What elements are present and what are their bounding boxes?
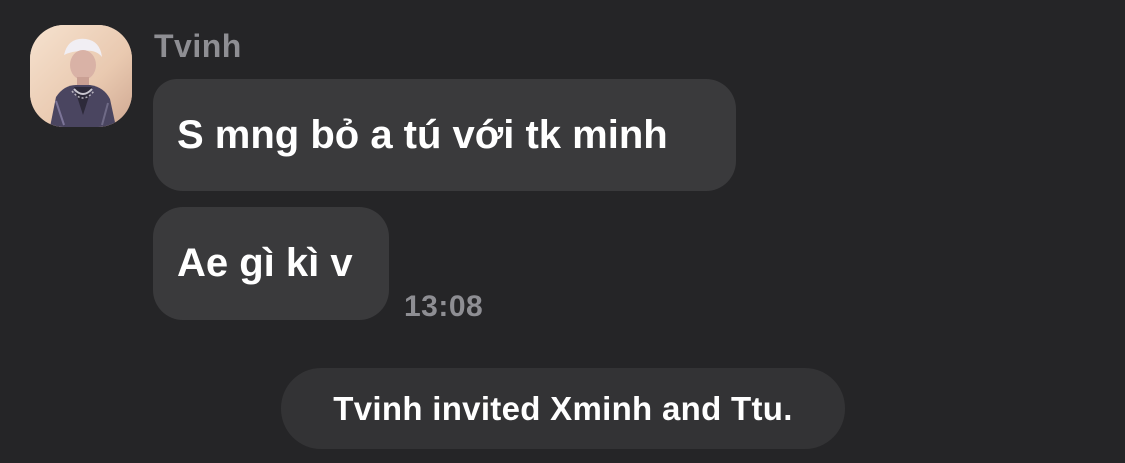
avatar-photo-icon [30, 25, 132, 127]
message-bubble[interactable]: S mng bỏ a tú với tk minh [153, 79, 736, 191]
chat-view: Tvinh S mng bỏ a tú với tk minh Ae gì kì… [0, 0, 1125, 463]
system-notice: Tvinh invited Xminh and Ttu. [281, 368, 845, 449]
message-bubble[interactable]: Ae gì kì v [153, 207, 389, 320]
sender-avatar[interactable] [30, 25, 132, 127]
message-timestamp: 13:08 [404, 290, 484, 323]
sender-name: Tvinh [154, 28, 242, 64]
